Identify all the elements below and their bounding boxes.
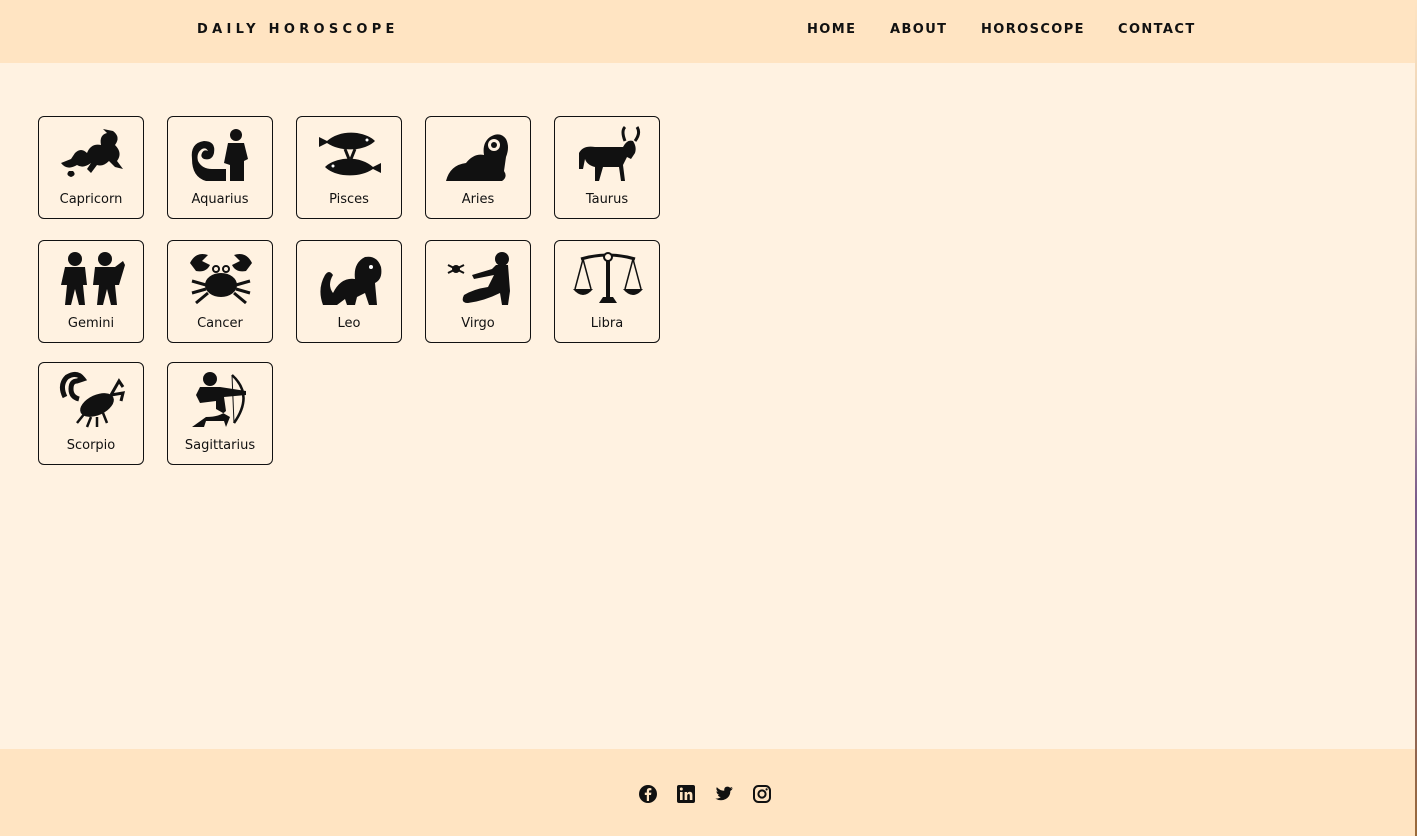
sign-label: Aquarius [191, 192, 249, 207]
linkedin-icon[interactable] [676, 784, 696, 804]
sign-tile-gemini[interactable]: Gemini [38, 240, 144, 343]
scorpio-icon [57, 371, 127, 431]
sign-label: Taurus [585, 192, 629, 207]
sign-label: Leo [337, 316, 361, 331]
site-header: DAILY HOROSCOPE HOME ABOUT HOROSCOPE CON… [0, 0, 1417, 63]
sign-label: Capricorn [59, 192, 123, 207]
sign-label: Libra [590, 316, 624, 331]
nav-contact[interactable]: CONTACT [1118, 22, 1196, 37]
pisces-icon [315, 125, 385, 185]
sign-label: Sagittarius [184, 438, 256, 453]
sign-tile-leo[interactable]: Leo [296, 240, 402, 343]
taurus-icon [573, 125, 643, 185]
sign-tile-aries[interactable]: Aries [425, 116, 531, 219]
virgo-icon [444, 249, 514, 309]
nav-horoscope[interactable]: HOROSCOPE [981, 22, 1085, 37]
sign-tile-libra[interactable]: Libra [554, 240, 660, 343]
site-brand[interactable]: DAILY HOROSCOPE [197, 22, 399, 37]
site-footer [0, 749, 1417, 836]
aries-icon [444, 125, 514, 185]
sign-label: Pisces [329, 192, 369, 207]
sign-label: Virgo [461, 316, 495, 331]
instagram-icon[interactable] [752, 784, 772, 804]
leo-icon [315, 249, 385, 309]
sign-tile-aquarius[interactable]: Aquarius [167, 116, 273, 219]
twitter-icon[interactable] [714, 784, 734, 804]
sign-label: Gemini [67, 316, 115, 331]
sign-tile-pisces[interactable]: Pisces [296, 116, 402, 219]
sign-tile-virgo[interactable]: Virgo [425, 240, 531, 343]
facebook-icon[interactable] [638, 784, 658, 804]
sign-tile-cancer[interactable]: Cancer [167, 240, 273, 343]
aquarius-icon [186, 125, 256, 185]
cancer-icon [186, 249, 256, 309]
sign-tile-taurus[interactable]: Taurus [554, 116, 660, 219]
libra-icon [573, 249, 643, 309]
sagittarius-icon [186, 371, 256, 431]
nav-about[interactable]: ABOUT [890, 22, 947, 37]
gemini-icon [57, 249, 127, 309]
zodiac-grid: Capricorn Aquarius Pisces Aries Taurus G… [0, 63, 1417, 749]
sign-label: Scorpio [66, 438, 116, 453]
sign-tile-scorpio[interactable]: Scorpio [38, 362, 144, 465]
sign-tile-capricorn[interactable]: Capricorn [38, 116, 144, 219]
sign-tile-sagittarius[interactable]: Sagittarius [167, 362, 273, 465]
sign-label: Cancer [197, 316, 243, 331]
sign-label: Aries [461, 192, 495, 207]
capricorn-icon [57, 125, 127, 185]
nav-home[interactable]: HOME [807, 22, 856, 37]
